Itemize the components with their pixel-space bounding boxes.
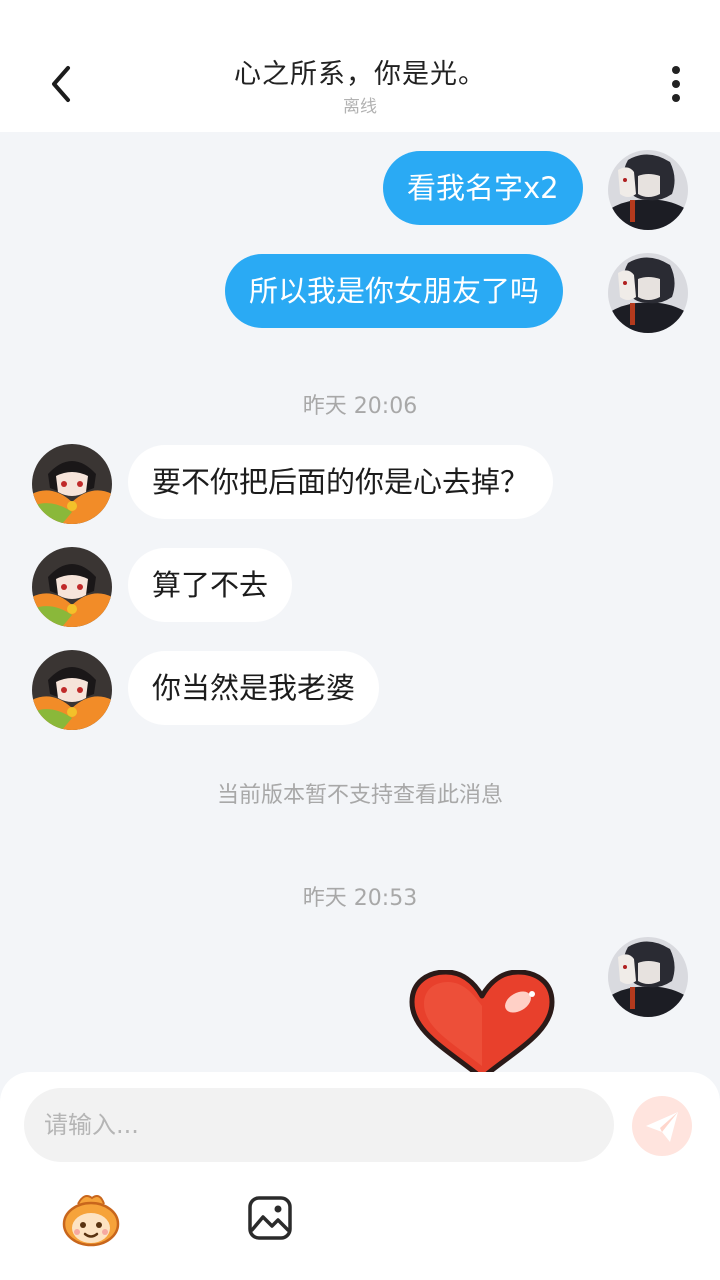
online-status: 离线 — [343, 97, 377, 117]
send-button[interactable] — [632, 1096, 692, 1156]
message-timestamp: 昨天 20:06 — [302, 394, 418, 419]
my-avatar[interactable] — [608, 253, 688, 333]
chat-header: 心之所系，你是光。 离线 — [0, 0, 720, 132]
emoji-button[interactable] — [60, 1190, 122, 1248]
chat-screen: 心之所系，你是光。 离线 看我名字x2 所以我是你女朋友了吗 昨天 20:06 … — [0, 0, 720, 1280]
paper-plane-icon — [646, 1112, 678, 1142]
message-bubble-incoming[interactable]: 你当然是我老婆 — [128, 651, 380, 725]
image-icon — [248, 1196, 292, 1240]
message-bubble-outgoing[interactable]: 所以我是你女朋友了吗 — [225, 254, 564, 328]
contact-avatar[interactable] — [32, 650, 112, 730]
message-input[interactable] — [24, 1088, 614, 1162]
message-timestamp: 昨天 20:53 — [302, 886, 418, 911]
more-vertical-icon — [672, 66, 680, 74]
message-bubble-incoming[interactable]: 算了不去 — [128, 548, 293, 622]
contact-avatar[interactable] — [32, 547, 112, 627]
heart-sticker[interactable] — [408, 969, 556, 1081]
unsupported-message-notice: 当前版本暂不支持查看此消息 — [216, 783, 503, 808]
message-bubble-outgoing[interactable]: 看我名字x2 — [383, 151, 583, 225]
message-composer — [0, 1072, 720, 1280]
chat-title: 心之所系，你是光。 — [234, 59, 486, 90]
my-avatar[interactable] — [608, 937, 688, 1017]
my-avatar[interactable] — [608, 150, 688, 230]
emoji-face-icon — [62, 1195, 120, 1247]
more-button[interactable] — [662, 62, 690, 106]
message-bubble-incoming[interactable]: 要不你把后面的你是心去掉？ — [128, 445, 554, 519]
image-button[interactable] — [246, 1194, 294, 1242]
contact-avatar[interactable] — [32, 444, 112, 524]
